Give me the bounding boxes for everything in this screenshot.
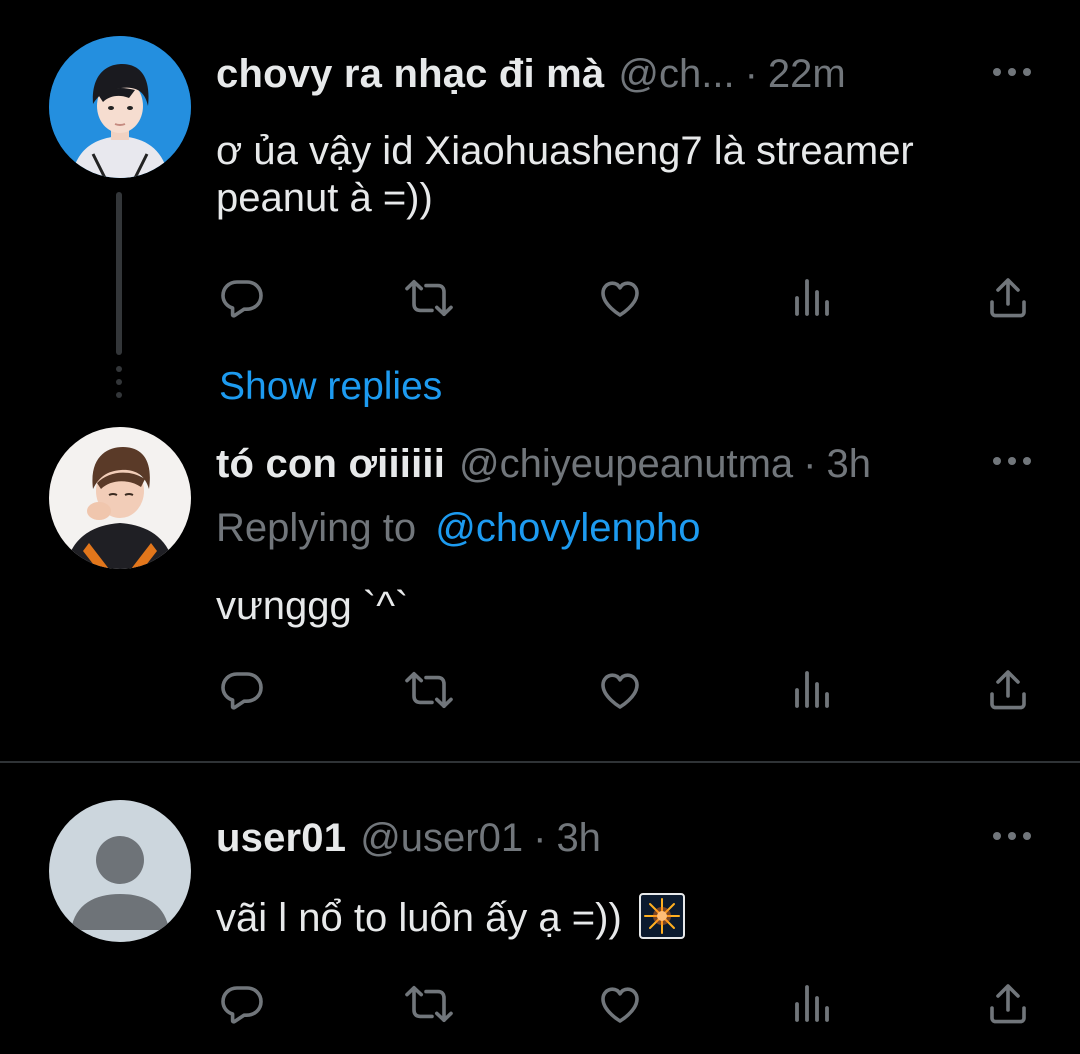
share-button[interactable] (980, 270, 1036, 326)
like-icon (601, 281, 639, 317)
timestamp[interactable]: 22m (768, 44, 846, 104)
like-button[interactable] (592, 270, 648, 326)
views-icon (795, 985, 829, 1022)
reply-button[interactable] (214, 270, 270, 326)
default-avatar-icon (49, 800, 191, 942)
more-options-button[interactable] (988, 812, 1036, 860)
retweet-button[interactable] (401, 976, 457, 1032)
thread-gap-dots (116, 366, 122, 405)
separator-dot: · (744, 52, 758, 96)
retweet-icon (405, 672, 453, 708)
mention-link[interactable]: @chovylenpho (435, 506, 700, 550)
more-options-button[interactable] (988, 437, 1036, 485)
avatar[interactable] (49, 36, 191, 178)
username-handle[interactable]: @chiyeupeanutma (459, 434, 793, 494)
more-horizontal-icon (993, 832, 1031, 840)
timestamp[interactable]: 3h (556, 808, 601, 868)
reply-icon (221, 280, 263, 318)
retweet-icon (405, 280, 453, 316)
action-bar (214, 270, 1034, 326)
reply-icon (221, 672, 263, 710)
views-button[interactable] (785, 662, 841, 718)
separator-dot: · (803, 442, 817, 486)
timestamp[interactable]: 3h (826, 434, 871, 494)
display-name[interactable]: tó con ơiiiiii (216, 434, 445, 494)
share-icon (990, 278, 1026, 318)
avatar[interactable] (49, 427, 191, 569)
username-handle[interactable]: @ch... (618, 44, 734, 104)
action-bar (214, 976, 1034, 1032)
separator-dot: · (533, 816, 547, 860)
share-button[interactable] (980, 662, 1036, 718)
share-button[interactable] (980, 976, 1036, 1032)
like-button[interactable] (592, 662, 648, 718)
views-icon (795, 671, 829, 708)
tweet-text-content: vưnggg `^` (216, 584, 409, 628)
reply-button[interactable] (214, 662, 270, 718)
views-button[interactable] (785, 270, 841, 326)
display-name[interactable]: chovy ra nhạc đi mà (216, 44, 604, 104)
tweet-text: ơ ủa vậy id Xiaohuasheng7 là streamer pe… (216, 128, 1036, 222)
share-icon (990, 984, 1026, 1024)
thread-connector (116, 192, 122, 355)
avatar-image (49, 427, 191, 569)
tweet-text: vãi l nổ to luôn ấy ạ =)) (216, 893, 1036, 942)
like-icon (601, 987, 639, 1023)
more-horizontal-icon (993, 68, 1031, 76)
share-icon (990, 670, 1026, 710)
replying-to: Replying to @chovylenpho (216, 503, 700, 553)
tweet-1[interactable]: chovy ra nhạc đi mà @ch... · 22m ơ ủa vậ… (0, 0, 1080, 360)
fireworks-icon (638, 893, 685, 939)
like-button[interactable] (592, 976, 648, 1032)
views-icon (795, 279, 829, 316)
retweet-button[interactable] (401, 270, 457, 326)
avatar-image (49, 36, 191, 178)
username-handle[interactable]: @user01 (360, 808, 523, 868)
reply-icon (221, 986, 263, 1024)
tweet-text: vưnggg `^` (216, 583, 1036, 630)
display-name[interactable]: user01 (216, 808, 346, 868)
more-options-button[interactable] (988, 48, 1036, 96)
tweet-header: chovy ra nhạc đi mà @ch... · 22m (216, 44, 930, 104)
replying-to-label: Replying to (216, 506, 417, 550)
retweet-icon (405, 986, 453, 1022)
views-button[interactable] (785, 976, 841, 1032)
tweet-header: tó con ơiiiiii @chiyeupeanutma · 3h (216, 434, 930, 494)
tweet-text-line: peanut à =)) (216, 176, 433, 220)
tweet-text-content: vãi l nổ to luôn ấy ạ =)) (216, 896, 622, 940)
tweet-header: user01 @user01 · 3h (216, 808, 930, 868)
more-horizontal-icon (993, 457, 1031, 465)
reply-button[interactable] (214, 976, 270, 1032)
retweet-button[interactable] (401, 662, 457, 718)
tweet-text-line: ơ ủa vậy id Xiaohuasheng7 là streamer (216, 129, 914, 173)
action-bar (214, 662, 1034, 718)
avatar[interactable] (49, 800, 191, 942)
tweet-divider (0, 761, 1080, 763)
like-icon (601, 673, 639, 709)
show-replies-link[interactable]: Show replies (219, 362, 442, 412)
